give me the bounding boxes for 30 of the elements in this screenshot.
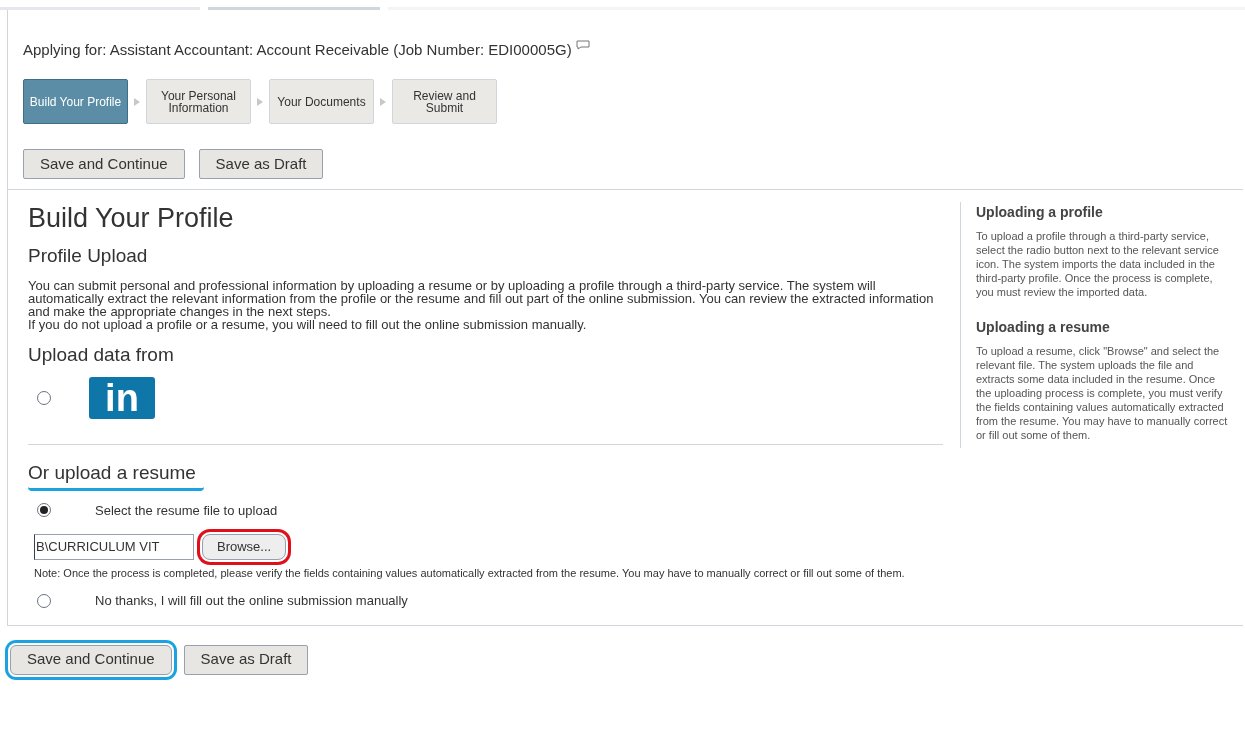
file-input-field[interactable]: B\CURRICULUM VIT: [34, 534, 194, 560]
help-heading: Uploading a profile: [976, 203, 1104, 222]
job-title: Assistant Accountant: Account Receivable (Job Number: EDI00005G): [109, 41, 572, 58]
option-label: No thanks, I will fill out the online submission manually: [95, 592, 408, 610]
step-tab[interactable]: Your Personal Information: [146, 79, 251, 124]
service-logo[interactable]: in: [89, 377, 155, 419]
section-heading: Profile Upload: [28, 244, 149, 268]
radio-button[interactable]: [37, 593, 51, 608]
help-text: To upload a resume, click "Browse" and select the relevant file. The system uploads the file and extracts some data included in the resume. Once the uploading process is complete, you must verify the fields containing values automatically extracted from the resume. You may have to manually correct or fill out some of them.: [976, 344, 1229, 442]
help-text: To upload a profile through a third-party service, select the radio button next to the relevant service icon. The system imports the data included in the third-party profile. Once the process is complete, you must review the imported data.: [976, 229, 1220, 299]
section-heading: Or upload a resume: [28, 459, 204, 491]
step-tab[interactable]: Your Documents: [269, 79, 374, 124]
step-arrow-icon: [133, 96, 141, 107]
applying-label: Applying for:: [23, 41, 107, 58]
button[interactable]: Save as Draft: [183, 644, 309, 675]
help-heading: Uploading a resume: [976, 318, 1111, 337]
button[interactable]: Save as Draft: [198, 149, 324, 179]
step-arrow-icon: [379, 96, 387, 107]
radio-button[interactable]: [37, 503, 51, 518]
step-tab[interactable]: Review and Submit: [392, 79, 497, 124]
description-text: You can submit personal and professional information by uploading a resume or by uploading a profile through a third-party service. The system will automatically extract the relevant information from the profile or the resume and fill out part of the online submission. You can review the extracted information and make the appropriate changes in the next steps.: [28, 278, 935, 318]
note-text: Note: Once the process is completed, please verify the fields containing values automatically extracted from the resume. You may have to manually correct or fill out some of them.: [33, 566, 906, 581]
radio-button[interactable]: [37, 391, 51, 405]
section-heading: Upload data from: [28, 342, 175, 367]
page-title: Build Your Profile: [28, 202, 235, 234]
option-label: Select the resume file to upload: [95, 501, 278, 520]
step-tab[interactable]: Build Your Profile: [23, 79, 128, 124]
step-arrow-icon: [256, 96, 264, 107]
comment-icon: [575, 40, 590, 50]
button[interactable]: Save and Continue: [23, 149, 185, 179]
